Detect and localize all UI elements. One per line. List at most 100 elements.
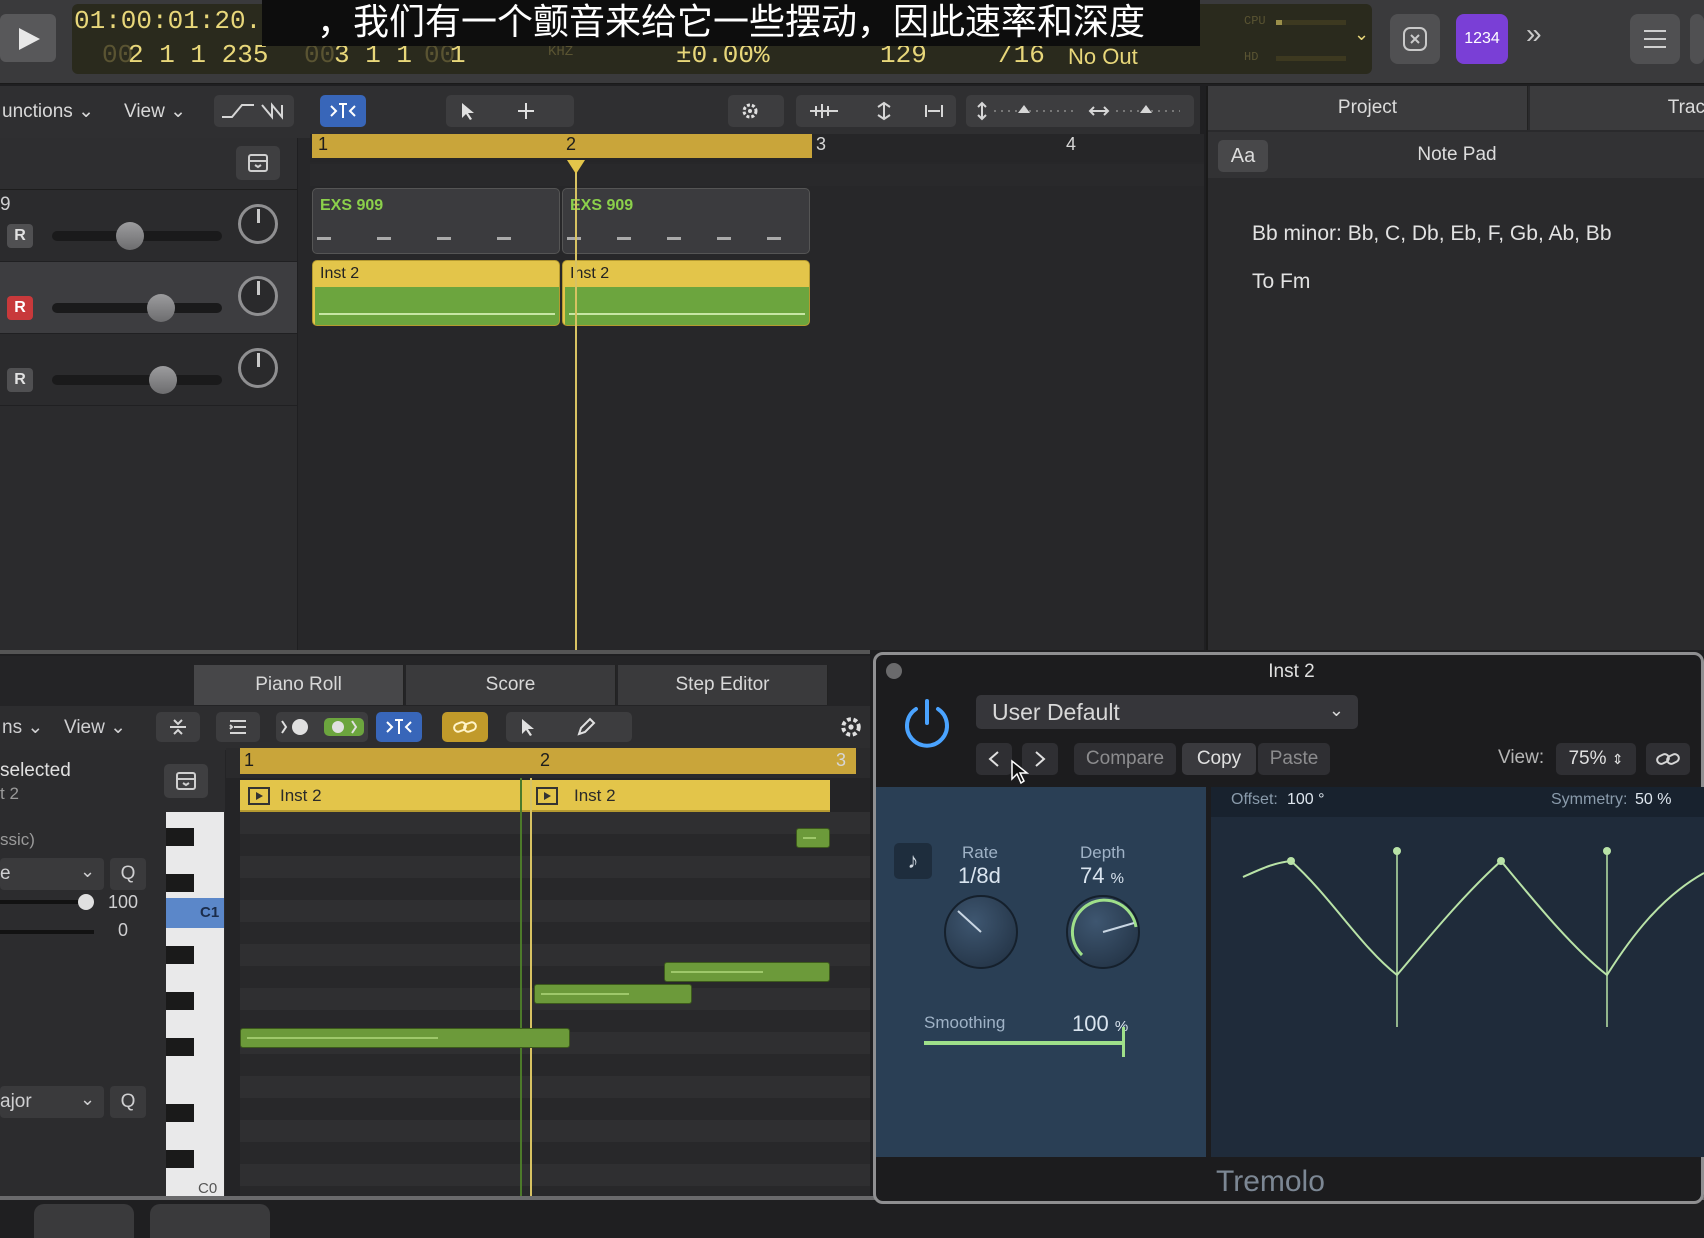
- editor-view-menu[interactable]: View ⌄: [64, 716, 126, 739]
- link-plugin-button[interactable]: [1646, 743, 1690, 775]
- midi-functions-button[interactable]: [216, 712, 260, 742]
- playhead[interactable]: [575, 164, 577, 650]
- editor-playhead[interactable]: [530, 778, 532, 1202]
- volume-fader[interactable]: [52, 222, 222, 250]
- dock-item[interactable]: [150, 1204, 270, 1238]
- automation-flex-buttons[interactable]: [214, 95, 294, 127]
- record-enable-button[interactable]: R: [7, 224, 33, 248]
- editor-catch-button[interactable]: [376, 712, 422, 742]
- zoom-sliders[interactable]: [966, 95, 1194, 127]
- editor-ruler[interactable]: 1 2 3: [226, 748, 870, 778]
- black-key[interactable]: [166, 874, 194, 892]
- list-editors-button[interactable]: [1630, 14, 1680, 64]
- functions-menu[interactable]: unctions ⌄: [2, 100, 94, 123]
- black-key[interactable]: [166, 1038, 194, 1056]
- volume-fader-knob[interactable]: [147, 294, 175, 322]
- volume-fader-knob[interactable]: [116, 222, 144, 250]
- piano-roll-grid[interactable]: [240, 778, 870, 1202]
- library-button[interactable]: [1690, 14, 1704, 64]
- pan-knob[interactable]: [238, 204, 278, 244]
- global-tracks-button[interactable]: [236, 146, 280, 180]
- dock-item[interactable]: [34, 1204, 134, 1238]
- view-menu[interactable]: View ⌄: [124, 100, 186, 123]
- bar-ruler[interactable]: 1 2 3 4: [310, 134, 1204, 162]
- sync-note-icon[interactable]: ♪: [894, 843, 932, 879]
- link-icon: [453, 721, 477, 733]
- zoom-select[interactable]: 75% ⇕: [1556, 743, 1636, 775]
- catch-playhead-button[interactable]: [320, 95, 366, 127]
- waveform-zoom-buttons[interactable]: [796, 95, 956, 127]
- midi-note[interactable]: [664, 962, 830, 982]
- midi-note[interactable]: [534, 984, 692, 1004]
- swing-slider[interactable]: [0, 930, 94, 934]
- count-in-button[interactable]: 1234: [1456, 14, 1508, 64]
- editor-tool-menus[interactable]: [506, 712, 632, 742]
- tool-menus[interactable]: [446, 95, 574, 127]
- play-button[interactable]: [0, 14, 56, 62]
- track-row[interactable]: 9 R: [0, 190, 297, 262]
- more-icon[interactable]: »: [1526, 18, 1542, 50]
- compare-button[interactable]: Compare: [1074, 743, 1176, 775]
- editor-settings-button[interactable]: [838, 714, 868, 742]
- midi-in-out-buttons[interactable]: [276, 712, 368, 742]
- midi-region-selected[interactable]: Inst 2: [312, 260, 560, 326]
- settings-menu[interactable]: [728, 95, 784, 127]
- power-icon[interactable]: [898, 695, 956, 753]
- midi-region-selected[interactable]: Inst 2: [562, 260, 810, 326]
- volume-fader[interactable]: [52, 294, 222, 322]
- tab-project[interactable]: Project: [1208, 86, 1528, 130]
- black-key[interactable]: [166, 946, 194, 964]
- cycle-region[interactable]: [312, 134, 812, 158]
- midi-region[interactable]: EXS 909: [312, 188, 560, 254]
- editor-functions-menu[interactable]: ns ⌄: [2, 716, 43, 739]
- inspector-toggle-button[interactable]: [164, 764, 208, 798]
- note-line[interactable]: Bb minor: Bb, C, Db, Eb, F, Gb, Ab, Bb: [1252, 222, 1612, 246]
- tab-score[interactable]: Score: [406, 665, 616, 705]
- piano-keyboard[interactable]: C1 C0: [166, 812, 224, 1202]
- volume-fader[interactable]: [52, 366, 222, 394]
- bar-line: [520, 778, 522, 1202]
- copy-button[interactable]: Copy: [1182, 743, 1256, 775]
- preset-menu[interactable]: User Default ⌄: [976, 695, 1358, 729]
- smoothing-slider[interactable]: [924, 1041, 1124, 1045]
- track-row[interactable]: R: [0, 262, 297, 334]
- pan-knob[interactable]: [238, 348, 278, 388]
- midi-note[interactable]: [796, 828, 830, 848]
- note-line[interactable]: To Fm: [1252, 270, 1310, 294]
- collapse-button[interactable]: [156, 712, 200, 742]
- smoothing-handle[interactable]: [1122, 1027, 1125, 1057]
- previous-preset-button[interactable]: [976, 743, 1012, 775]
- scale-quantize-select[interactable]: ajor ⌄: [0, 1086, 104, 1118]
- link-button[interactable]: [442, 712, 488, 742]
- tab-piano-roll[interactable]: Piano Roll: [194, 665, 404, 705]
- pane-divider[interactable]: [0, 650, 870, 654]
- volume-fader-knob[interactable]: [149, 366, 177, 394]
- paste-button[interactable]: Paste: [1258, 743, 1330, 775]
- midi-region[interactable]: EXS 909: [562, 188, 810, 254]
- black-key[interactable]: [166, 828, 194, 846]
- tab-step-editor[interactable]: Step Editor: [618, 665, 828, 705]
- pan-knob[interactable]: [238, 276, 278, 316]
- editor-region-bar[interactable]: Inst 2 Inst 2: [240, 780, 830, 812]
- chevron-right-icon: [1035, 751, 1046, 767]
- record-enable-button[interactable]: R: [7, 296, 33, 320]
- strength-slider-knob[interactable]: [78, 894, 94, 910]
- rate-knob[interactable]: [944, 895, 1018, 969]
- quantize-select[interactable]: e ⌄: [0, 858, 104, 890]
- black-key[interactable]: [166, 1150, 194, 1168]
- depth-knob[interactable]: [1066, 895, 1140, 969]
- black-key[interactable]: [166, 992, 194, 1010]
- quantize-q-button[interactable]: Q: [110, 858, 146, 890]
- lcd-dropdown-icon[interactable]: ⌄: [1354, 24, 1369, 45]
- symmetry-value: 50 %: [1635, 791, 1672, 808]
- track-row[interactable]: R: [0, 334, 297, 406]
- scale-q-button[interactable]: Q: [110, 1086, 146, 1118]
- record-enable-button[interactable]: R: [7, 368, 33, 392]
- midi-note[interactable]: [240, 1028, 570, 1048]
- chevron-down-icon: ⌄: [27, 717, 44, 738]
- tab-track[interactable]: Trac: [1530, 86, 1704, 130]
- tremolo-waveform-display[interactable]: Offset: 100 ° Symmetry: 50 %: [1211, 787, 1704, 1157]
- black-key[interactable]: [166, 1104, 194, 1122]
- low-latency-button[interactable]: [1390, 14, 1440, 64]
- ruler-mark: 3: [836, 750, 847, 770]
